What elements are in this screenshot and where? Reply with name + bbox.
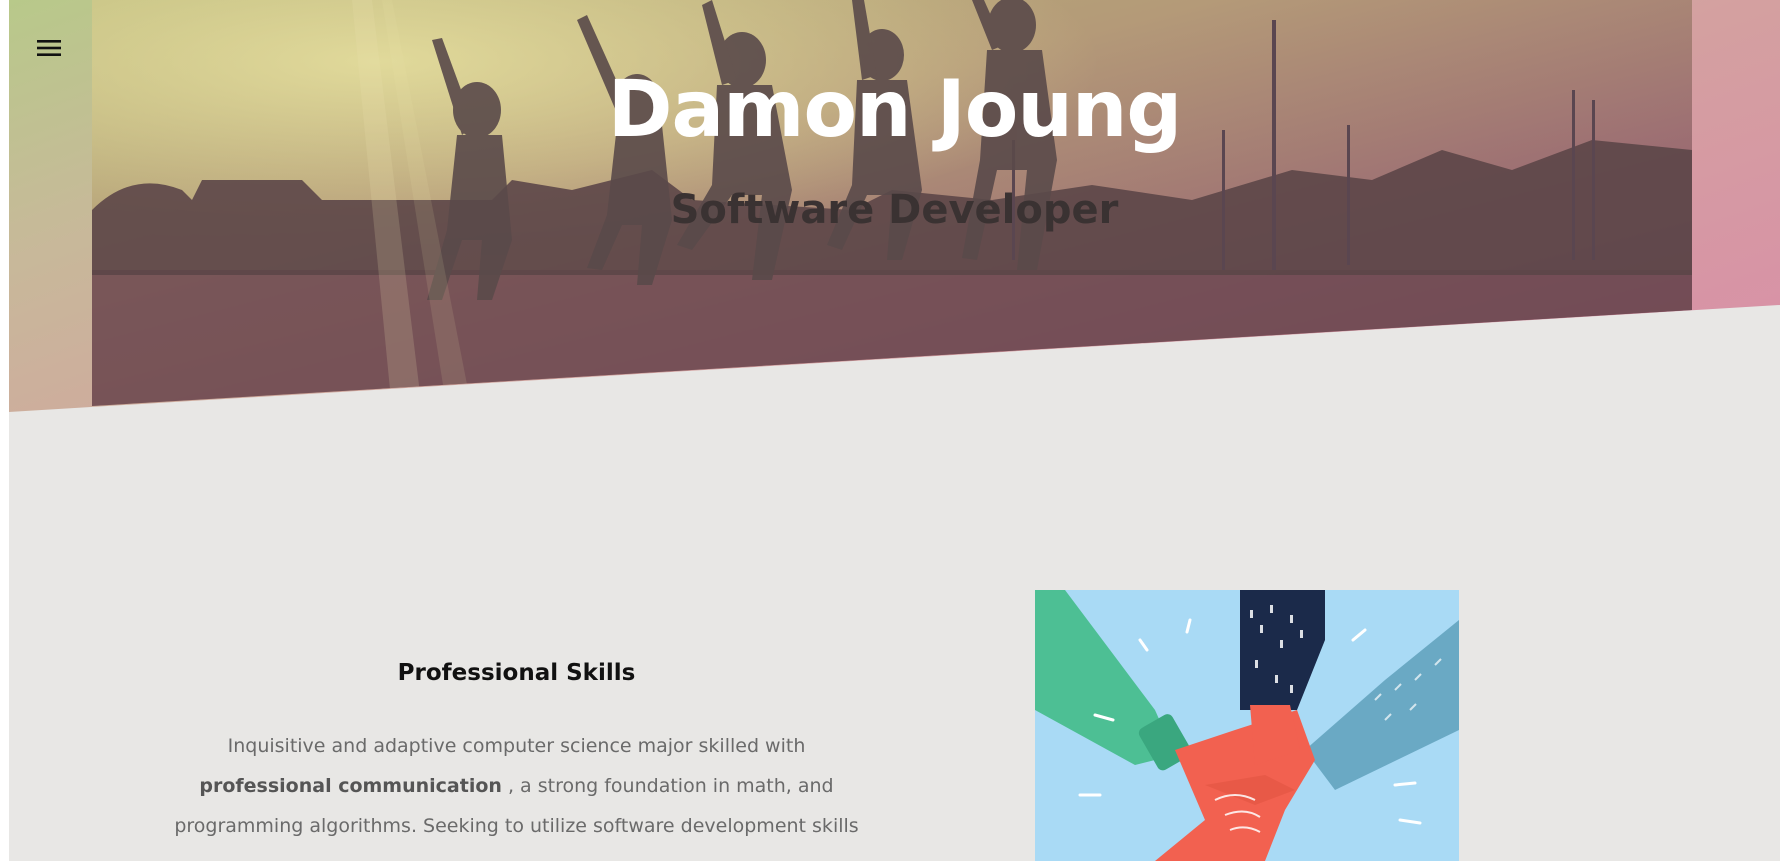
- skills-description: Inquisitive and adaptive computer scienc…: [159, 726, 874, 846]
- teamwork-hands-illustration: [1035, 590, 1459, 861]
- skills-text-part1: Inquisitive and adaptive computer scienc…: [227, 735, 806, 757]
- hamburger-menu-icon: [37, 40, 61, 56]
- skills-text-part2: , a strong foundation in math, and: [501, 775, 834, 797]
- page-subtitle: Software Developer: [670, 187, 1119, 233]
- skills-text-bold: professional communication: [199, 775, 502, 797]
- hamburger-menu-button[interactable]: [35, 34, 63, 62]
- page: Damon Joung Software Developer Professio…: [9, 0, 1780, 861]
- professional-skills-section: Professional Skills Inquisitive and adap…: [159, 660, 874, 846]
- skills-heading: Professional Skills: [397, 660, 636, 686]
- skills-text-part3: programming algorithms. Seeking to utili…: [174, 815, 859, 837]
- page-title: Damon Joung: [607, 65, 1182, 155]
